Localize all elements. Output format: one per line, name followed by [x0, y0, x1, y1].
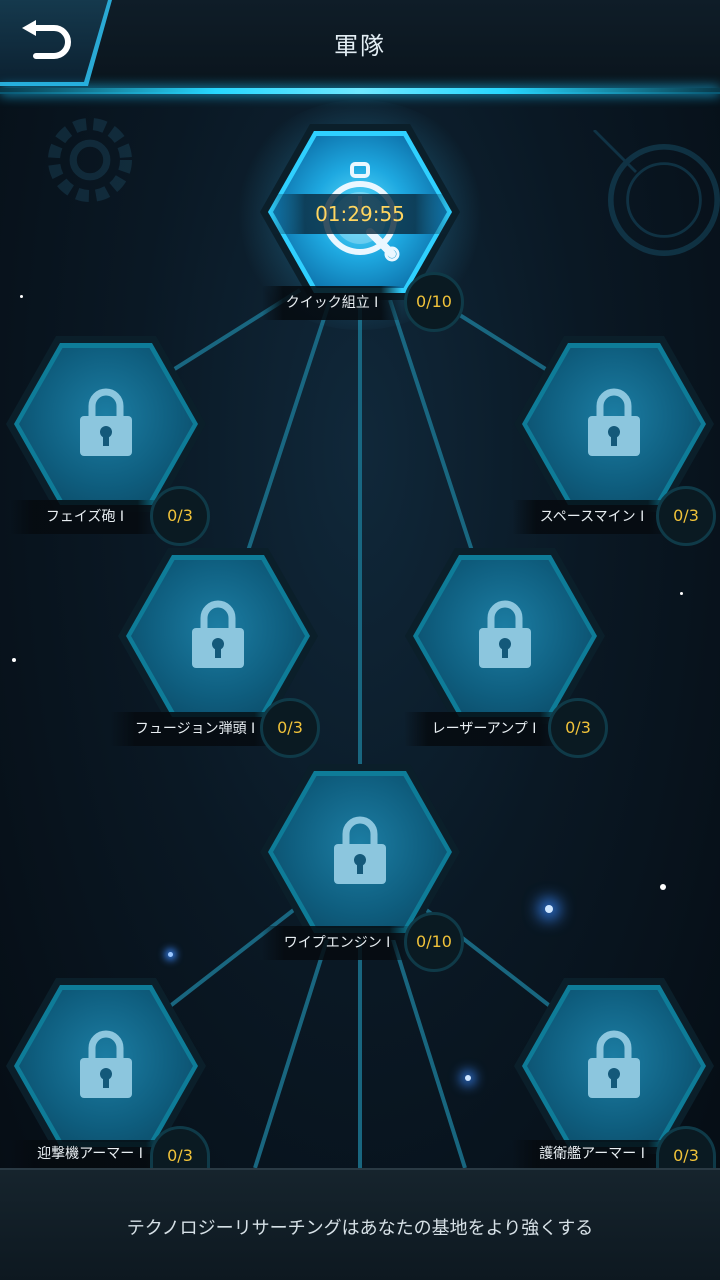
lock-icon [192, 600, 244, 668]
node-progress: 0/10 [404, 272, 464, 332]
node-label: 迎撃機アーマー I [10, 1140, 170, 1168]
node-progress: 0/3 [150, 486, 210, 546]
lock-icon [80, 388, 132, 456]
node-label: レーザーアンプ I [404, 712, 564, 746]
node-label: フェイズ砲 I [10, 500, 160, 534]
lock-icon [334, 816, 386, 884]
node-label: フュージョン弾頭 I [110, 712, 280, 746]
node-progress: 0/3 [548, 698, 608, 758]
node-label: 護衛艦アーマー I [512, 1140, 672, 1168]
node-label: クイック組立 I [262, 286, 402, 320]
page-title: 軍隊 [334, 32, 386, 60]
node-label: ワイプエンジン I [262, 926, 412, 960]
lock-icon [588, 388, 640, 456]
research-screen: 軍隊 01:29:55 クイック組立 I 0/10 フェイズ砲 I 0/3 スペ… [0, 0, 720, 1280]
node-progress: 0/3 [260, 698, 320, 758]
lock-icon [588, 1030, 640, 1098]
node-progress: 0/10 [404, 912, 464, 972]
research-timer: 01:29:55 [268, 194, 452, 234]
top-bar: 軍隊 [0, 0, 720, 94]
node-progress: 0/3 [656, 486, 716, 546]
footer-hint-text: テクノロジーリサーチングはあなたの基地をより強くする [126, 1218, 594, 1239]
lock-icon [80, 1030, 132, 1098]
node-label: スペースマイン I [512, 500, 672, 534]
header-glow-line [0, 88, 720, 94]
info-footer: テクノロジーリサーチングはあなたの基地をより強くする [0, 1168, 720, 1280]
lock-icon [479, 600, 531, 668]
